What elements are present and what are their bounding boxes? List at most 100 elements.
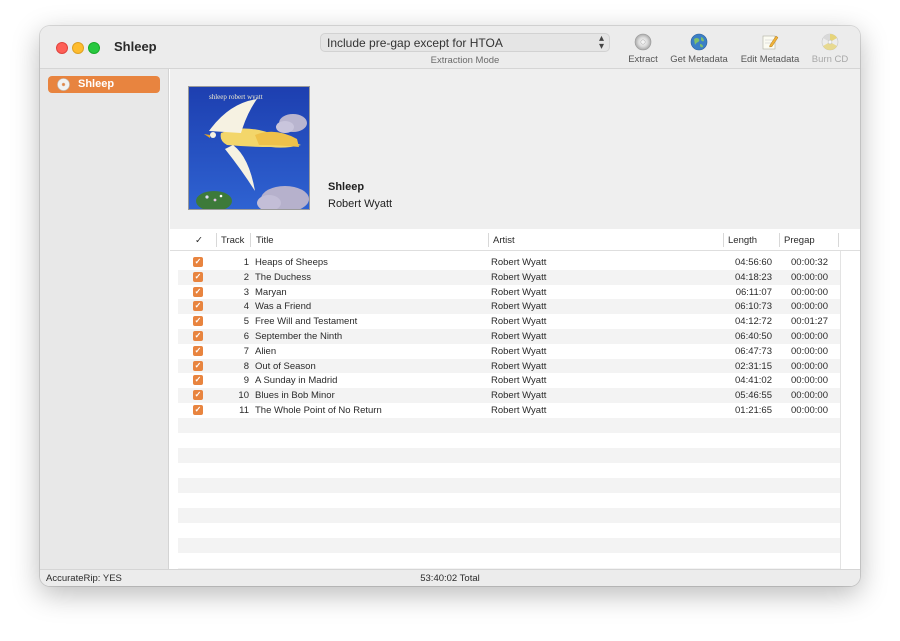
album-cover-art: shleep robert wyatt	[189, 87, 309, 209]
table-row[interactable]: ✓ 8 Out of Season Robert Wyatt 02:31:15 00:00…	[178, 358, 840, 374]
track-checkbox[interactable]: ✓	[193, 330, 203, 341]
table-row[interactable]: ✓ 7 Alien Robert Wyatt 06:47:73 00:00:00	[178, 344, 840, 359]
track-number: 11	[239, 404, 249, 416]
track-title: A Sunday in Madrid	[255, 375, 338, 387]
album-cover: shleep robert wyatt	[188, 86, 310, 210]
track-title: Blues in Bob Minor	[255, 390, 335, 402]
track-artist: Robert Wyatt	[491, 390, 547, 402]
table-row[interactable]: ✓ 4 Was a Friend Robert Wyatt 06:10:73 00:00:…	[178, 299, 840, 315]
track-checkbox[interactable]: ✓	[193, 404, 203, 415]
track-checkbox[interactable]: ✓	[193, 301, 203, 312]
track-pregap: 00:00:00	[791, 301, 828, 313]
extraction-mode-select[interactable]: Include pre-gap except for HTOA ▴ ▾	[320, 33, 610, 52]
table-row[interactable]: ✓ 6 September the Ninth Robert Wyatt 06:40:5…	[178, 328, 840, 344]
track-title: The Whole Point of No Return	[255, 404, 382, 416]
col-header-pregap[interactable]: Pregap	[784, 235, 815, 246]
track-length: 06:10:73	[735, 301, 772, 313]
track-artist: Robert Wyatt	[491, 316, 547, 328]
zoom-button[interactable]	[88, 42, 100, 54]
track-artist: Robert Wyatt	[491, 375, 547, 387]
empty-row	[178, 553, 840, 568]
empty-row	[178, 447, 840, 463]
track-length: 04:56:60	[735, 257, 772, 268]
column-separator	[250, 233, 251, 247]
track-checkbox[interactable]: ✓	[193, 360, 203, 371]
track-title: Alien	[255, 345, 277, 357]
total-length: 53:40:02 Total	[420, 573, 480, 584]
track-checkbox[interactable]: ✓	[193, 271, 203, 282]
track-checkbox[interactable]: ✓	[193, 375, 203, 386]
col-header-length[interactable]: Length	[728, 235, 757, 246]
track-pregap: 00:00:00	[791, 271, 828, 283]
cd-icon	[57, 78, 70, 91]
table-row[interactable]: ✓ 3 Maryan Robert Wyatt 06:11:07 00:00:00	[178, 285, 840, 300]
track-pregap: 00:00:00	[791, 330, 828, 342]
track-number: 8	[243, 360, 249, 372]
table-row[interactable]: ✓ 5 Free Will and Testament Robert Wyatt 04:…	[178, 314, 840, 329]
col-header-artist[interactable]: Artist	[493, 235, 515, 246]
table-row[interactable]: ✓ 10 Blues in Bob Minor Robert Wyatt 05:46:5…	[178, 388, 840, 403]
cover-lettering: shleep robert wyatt	[209, 93, 263, 101]
col-header-check[interactable]: ✓	[195, 235, 203, 246]
empty-row	[178, 477, 840, 493]
track-number: 4	[243, 301, 249, 313]
burn-cd-button[interactable]: Burn CD	[808, 33, 852, 65]
empty-row	[178, 417, 840, 433]
empty-row	[178, 493, 840, 508]
get-metadata-button[interactable]: Get Metadata	[666, 33, 732, 65]
track-checkbox[interactable]: ✓	[193, 257, 203, 267]
minimize-button[interactable]	[72, 42, 84, 54]
album-title[interactable]: Shleep	[328, 181, 364, 193]
edit-metadata-button[interactable]: Edit Metadata	[736, 33, 804, 65]
extract-button[interactable]: Extract	[623, 33, 663, 65]
sidebar-item-shleep[interactable]: Shleep	[48, 76, 160, 93]
window-title: Shleep	[114, 39, 157, 54]
empty-row	[178, 433, 840, 448]
get-metadata-label: Get Metadata	[670, 54, 728, 65]
status-bar: AccurateRip: YES 53:40:02 Total	[40, 569, 860, 586]
track-pregap: 00:00:00	[791, 375, 828, 387]
track-pregap: 00:00:00	[791, 286, 828, 298]
track-number: 3	[243, 286, 249, 298]
track-checkbox[interactable]: ✓	[193, 286, 203, 297]
track-pregap: 00:00:00	[791, 345, 828, 357]
track-pregap: 00:01:27	[791, 316, 828, 328]
titlebar: Shleep Include pre-gap except for HTOA ▴…	[40, 26, 860, 69]
track-number: 7	[243, 345, 249, 357]
track-length: 04:18:23	[735, 271, 772, 283]
burn-cd-label: Burn CD	[811, 54, 849, 65]
track-number: 9	[243, 375, 249, 387]
empty-row	[178, 507, 840, 523]
album-artist[interactable]: Robert Wyatt	[328, 198, 392, 210]
track-length: 04:41:02	[735, 375, 772, 387]
close-button[interactable]	[56, 42, 68, 54]
extraction-mode-label: Extraction Mode	[430, 55, 500, 66]
track-length: 04:12:72	[735, 316, 772, 328]
track-title: Was a Friend	[255, 301, 312, 313]
column-separator	[216, 233, 217, 247]
track-title: Free Will and Testament	[255, 316, 358, 328]
track-length: 06:47:73	[735, 345, 772, 357]
col-header-track[interactable]: Track	[221, 235, 244, 246]
track-checkbox[interactable]: ✓	[193, 345, 203, 356]
table-row[interactable]: ✓ 1 Heaps of Sheeps Robert Wyatt 04:56:60 00:…	[178, 255, 840, 270]
track-pregap: 00:00:00	[791, 390, 828, 402]
table-row[interactable]: ✓ 11 The Whole Point of No Return Robert Wy…	[178, 403, 840, 418]
col-header-title[interactable]: Title	[256, 235, 274, 246]
table-scroll-edge	[840, 251, 841, 569]
track-checkbox[interactable]: ✓	[193, 316, 203, 327]
extraction-mode-value: Include pre-gap except for HTOA	[327, 36, 503, 50]
table-row[interactable]: ✓ 2 The Duchess Robert Wyatt 04:18:23 00:00:0…	[178, 269, 840, 285]
track-checkbox[interactable]: ✓	[193, 390, 203, 401]
extract-label: Extract	[628, 54, 658, 65]
track-number: 2	[243, 271, 249, 283]
table-row[interactable]: ✓ 9 A Sunday in Madrid Robert Wyatt 04:41:02…	[178, 373, 840, 388]
table-body: ✓ 1 Heaps of Sheeps Robert Wyatt 04:56:60 00:…	[178, 255, 840, 583]
edit-metadata-label: Edit Metadata	[740, 54, 800, 65]
track-number: 6	[243, 330, 249, 342]
track-table: ✓ Track Title Artist Length Pregap ✓ 1 Hea…	[170, 229, 860, 583]
track-length: 05:46:55	[735, 390, 772, 402]
track-number: 5	[243, 316, 249, 328]
track-pregap: 00:00:00	[791, 404, 828, 416]
track-pregap: 00:00:32	[791, 257, 828, 268]
